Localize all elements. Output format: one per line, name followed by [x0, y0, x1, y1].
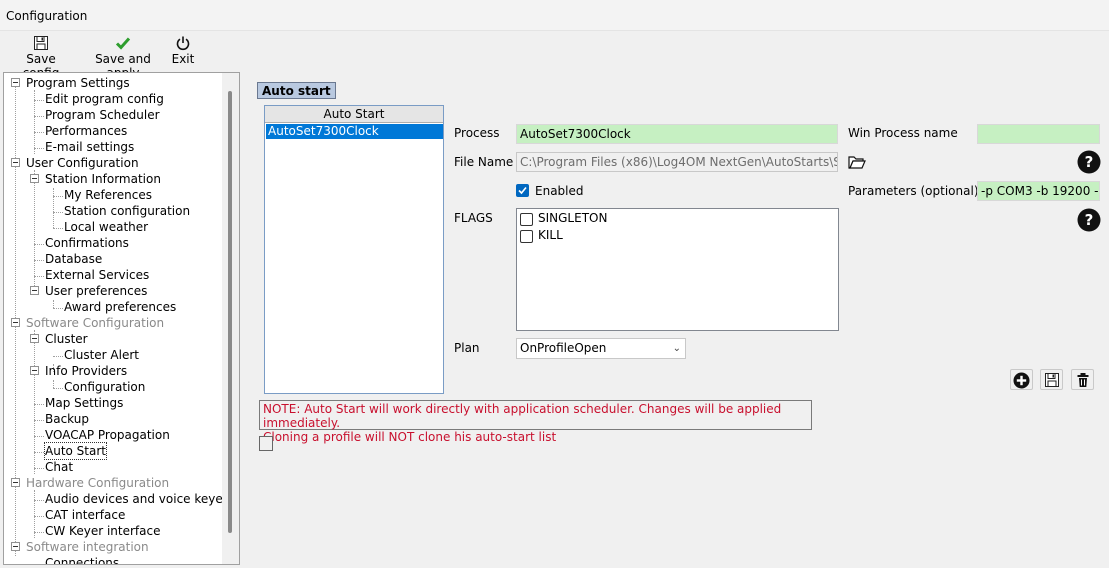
list-header: Auto Start: [265, 106, 443, 123]
tree-node-external-services[interactable]: External Services: [45, 267, 149, 283]
floppy-disk-icon: [1041, 372, 1062, 388]
tree-node-cw-keyer-interface[interactable]: CW Keyer interface: [45, 523, 160, 539]
tree-node-station-information[interactable]: Station Information: [45, 171, 161, 187]
collapse-icon[interactable]: [11, 158, 20, 167]
tree-node-award-preferences[interactable]: Award preferences: [64, 299, 176, 315]
singleton-label: SINGLETON: [538, 211, 608, 225]
section-title: Auto start: [257, 82, 336, 99]
collapse-icon[interactable]: [30, 286, 39, 295]
delete-button[interactable]: [1071, 369, 1094, 390]
enabled-checkbox[interactable]: [516, 184, 529, 197]
tree-node-software-integration[interactable]: Software integration: [26, 539, 149, 555]
plan-value: OnProfileOpen: [520, 341, 607, 355]
list-item[interactable]: AutoSet7300Clock: [266, 124, 443, 139]
tree-node-software-configuration[interactable]: Software Configuration: [26, 315, 164, 331]
collapse-icon[interactable]: [30, 174, 39, 183]
kill-checkbox[interactable]: [520, 230, 533, 243]
kill-label: KILL: [538, 228, 563, 242]
tree-node-connections[interactable]: Connections: [45, 555, 119, 564]
tree-node-station-configuration[interactable]: Station configuration: [64, 203, 190, 219]
window-title: Configuration: [6, 9, 88, 23]
collapse-icon[interactable]: [11, 542, 20, 551]
tree-node-program-settings[interactable]: Program Settings: [26, 75, 130, 91]
note-box: NOTE: Auto Start will work directly with…: [259, 400, 812, 444]
note-line-1: NOTE: Auto Start will work directly with…: [263, 402, 782, 430]
tree-node-map-settings[interactable]: Map Settings: [45, 395, 123, 411]
plan-select[interactable]: OnProfileOpen ⌄: [516, 338, 686, 359]
tree-node-cluster-alert[interactable]: Cluster Alert: [64, 347, 139, 363]
floppy-disk-icon: [8, 35, 74, 51]
auto-start-list[interactable]: Auto Start AutoSet7300Clock: [264, 105, 444, 394]
tree-node-local-weather[interactable]: Local weather: [64, 219, 148, 235]
collapse-icon[interactable]: [11, 478, 20, 487]
tree-node-cluster[interactable]: Cluster: [45, 331, 88, 347]
note-line-2: Cloning a profile will NOT clone his aut…: [263, 430, 557, 444]
empty-checkbox[interactable]: [259, 436, 273, 451]
green-check-icon: [80, 35, 166, 51]
settings-tree[interactable]: Program Settings Edit program config Pro…: [3, 72, 240, 565]
title-bar: Configuration: [0, 0, 1109, 31]
exit-button[interactable]: Exit: [170, 33, 196, 69]
toolbar: Save config Save and apply Exit: [0, 31, 1109, 80]
tree-node-user-preferences[interactable]: User preferences: [45, 283, 147, 299]
win-process-input[interactable]: [977, 124, 1100, 144]
tree-node-chat[interactable]: Chat: [45, 459, 73, 475]
help-button[interactable]: ?: [1077, 208, 1101, 232]
tree-scrollbar-thumb[interactable]: [228, 91, 232, 533]
save-config-button[interactable]: Save config: [8, 33, 74, 80]
tree-node-program-scheduler[interactable]: Program Scheduler: [45, 107, 160, 123]
plus-circle-icon: [1011, 372, 1032, 389]
parameters-input[interactable]: -p COM3 -b 19200 -i -: [977, 181, 1100, 201]
tree-node-backup[interactable]: Backup: [45, 411, 89, 427]
collapse-icon[interactable]: [30, 334, 39, 343]
help-button[interactable]: ?: [1077, 150, 1101, 174]
folder-open-icon: [846, 156, 868, 175]
tree-node-my-references[interactable]: My References: [64, 187, 152, 203]
collapse-icon[interactable]: [11, 78, 20, 87]
power-icon: [170, 35, 196, 51]
tree-node-info-providers[interactable]: Info Providers: [45, 363, 127, 379]
chevron-down-icon: ⌄: [672, 343, 681, 354]
flags-label: FLAGS: [454, 211, 493, 225]
tree-node-cat-interface[interactable]: CAT interface: [45, 507, 125, 523]
collapse-icon[interactable]: [30, 366, 39, 375]
enabled-label: Enabled: [535, 184, 584, 198]
tree-node-email-settings[interactable]: E-mail settings: [45, 139, 134, 155]
question-circle-icon: ?: [1077, 150, 1101, 177]
question-circle-icon: ?: [1077, 208, 1101, 235]
add-button[interactable]: [1010, 369, 1033, 390]
tree-node-configuration[interactable]: Configuration: [64, 379, 145, 395]
save-item-button[interactable]: [1040, 369, 1063, 390]
trash-icon: [1072, 372, 1093, 388]
tree-node-edit-program-config[interactable]: Edit program config: [45, 91, 164, 107]
tree-node-confirmations[interactable]: Confirmations: [45, 235, 129, 251]
tree-scrollbar[interactable]: [222, 73, 239, 564]
svg-text:?: ?: [1085, 211, 1094, 229]
tree-node-auto-start[interactable]: Auto Start: [44, 442, 107, 460]
plan-label: Plan: [454, 341, 480, 355]
process-input[interactable]: AutoSet7300Clock: [516, 124, 838, 144]
flags-list[interactable]: SINGLETON KILL: [516, 208, 839, 331]
collapse-icon[interactable]: [11, 318, 20, 327]
filename-label: File Name: [454, 155, 514, 169]
svg-text:?: ?: [1085, 153, 1094, 171]
tree-node-hardware-configuration[interactable]: Hardware Configuration: [26, 475, 169, 491]
tree-node-audio-devices[interactable]: Audio devices and voice keyer: [45, 491, 228, 507]
save-and-apply-button[interactable]: Save and apply: [80, 33, 166, 80]
tree-node-performances[interactable]: Performances: [45, 123, 127, 139]
filename-input[interactable]: C:\Program Files (x86)\Log4OM NextGen\Au…: [516, 152, 838, 172]
process-label: Process: [454, 126, 500, 140]
exit-label: Exit: [171, 52, 195, 66]
singleton-checkbox[interactable]: [520, 213, 533, 226]
tree-node-database[interactable]: Database: [45, 251, 102, 267]
parameters-label: Parameters (optional): [848, 184, 979, 198]
check-icon: [518, 186, 527, 195]
browse-button[interactable]: [846, 152, 868, 172]
tree-node-user-configuration[interactable]: User Configuration: [26, 155, 139, 171]
tree-node-voacap-propagation[interactable]: VOACAP Propagation: [45, 427, 170, 443]
win-process-label: Win Process name: [848, 126, 958, 140]
